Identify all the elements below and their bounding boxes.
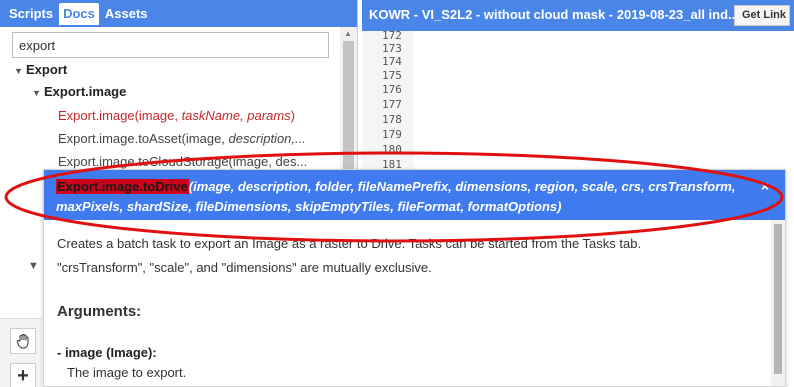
line-number: 178 (382, 113, 402, 126)
tab-docs[interactable]: Docs (59, 2, 99, 25)
scrollbar-thumb[interactable] (774, 224, 782, 374)
line-number: 175 (382, 69, 402, 82)
scroll-up-icon[interactable]: ▲ (344, 29, 352, 38)
tree-item-export-image-tocloudstorage[interactable]: Export.image.toCloudStorage(image, des..… (58, 154, 307, 169)
hand-icon[interactable] (10, 328, 36, 354)
tree-item-export-image-toasset[interactable]: Export.image.toAsset(image, description,… (58, 131, 306, 146)
arguments-heading: Arguments: (57, 303, 142, 320)
function-name: Export.image.toDrive (56, 179, 189, 194)
popup-scrollbar[interactable] (771, 220, 785, 386)
line-number: 173 (382, 42, 402, 55)
tree-node-export-image[interactable]: ▼ Export.image (32, 84, 126, 99)
popup-signature-header: Export.image.toDrive(image, description,… (44, 170, 785, 220)
close-icon[interactable]: × (761, 178, 769, 194)
argument-name: - image (Image): (57, 345, 157, 360)
hand-icon-graphic (16, 334, 29, 349)
panel-tabs: Scripts Docs Assets (0, 0, 357, 27)
line-number-gutter: 172 173 174 175 176 177 178 179 180 181 (362, 29, 414, 171)
script-title: KOWR - VI_S2L2 - without cloud mask - 20… (369, 7, 739, 22)
caret-down-icon: ▼ (14, 66, 23, 76)
signature-params-line1: (image, description, folder, fileNamePre… (188, 179, 736, 194)
map-tools: + (0, 318, 42, 387)
function-signature: Export.image.toDrive(image, description,… (56, 177, 756, 217)
get-link-button[interactable]: Get Link (734, 5, 790, 26)
caret-down-icon: ▼ (32, 88, 41, 98)
docs-search-input[interactable] (12, 32, 329, 58)
plus-icon[interactable]: + (10, 363, 36, 387)
tree-node-export[interactable]: ▼ Export (14, 62, 67, 77)
line-number: 172 (382, 29, 402, 42)
docs-popup: Export.image.toDrive(image, description,… (43, 169, 786, 387)
tab-scripts[interactable]: Scripts (5, 3, 57, 25)
line-number: 176 (382, 83, 402, 96)
line-number: 177 (382, 98, 402, 111)
editor-header: KOWR - VI_S2L2 - without cloud mask - 20… (362, 0, 794, 31)
tab-assets[interactable]: Assets (101, 3, 152, 25)
caret-down-icon: ▼ (28, 260, 39, 272)
signature-params-line2: maxPixels, shardSize, fileDimensions, sk… (56, 199, 562, 214)
tree-item-export-image[interactable]: Export.image(image, taskName, params) (58, 108, 295, 123)
line-number: 174 (382, 55, 402, 68)
line-number: 179 (382, 128, 402, 141)
line-number: 180 (382, 143, 402, 156)
function-description: Creates a batch task to export an Image … (57, 236, 642, 251)
panel-gap (18, 244, 42, 318)
function-note: "crsTransform", "scale", and "dimensions… (57, 260, 432, 275)
argument-description: The image to export. (67, 365, 187, 380)
